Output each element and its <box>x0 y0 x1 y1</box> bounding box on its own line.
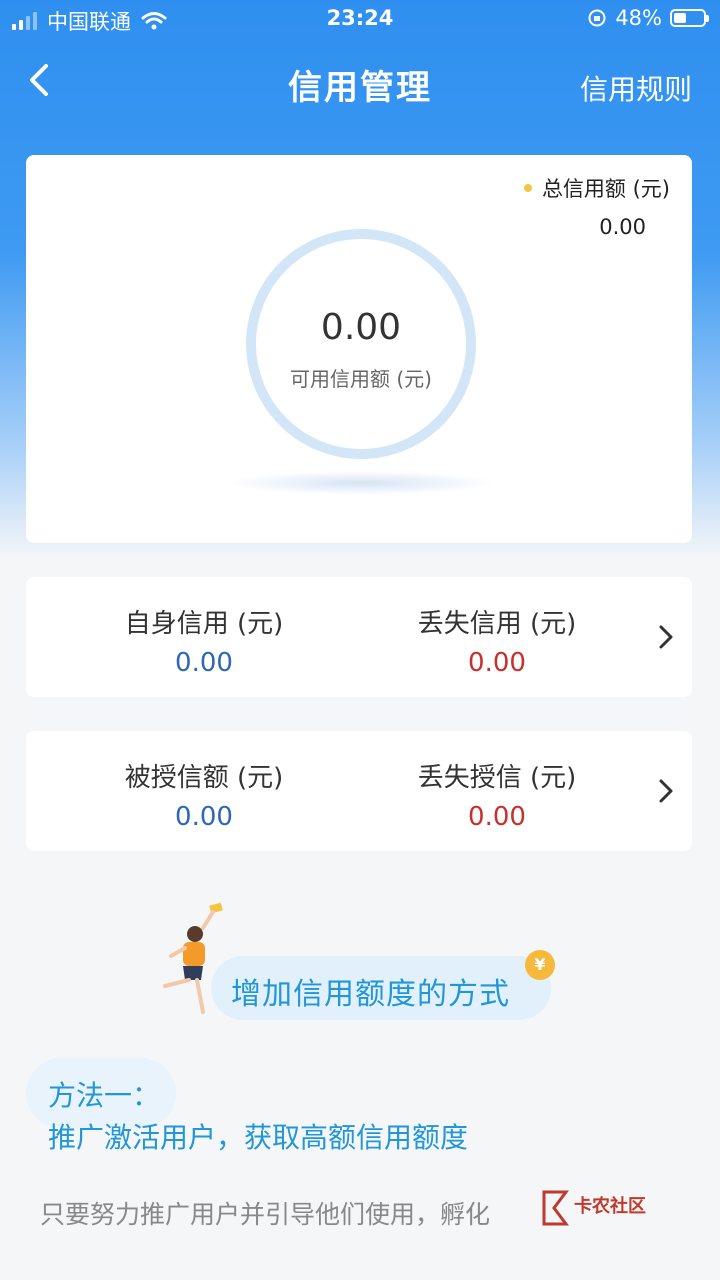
chevron-right-icon <box>659 625 673 649</box>
battery-percent: 48% <box>615 6 662 30</box>
banner-pill: 增加信用额度的方式 <box>211 956 551 1020</box>
credit-summary-card: 总信用额 (元) 0.00 0.00 可用信用额 (元) <box>26 155 692 543</box>
running-girl-illustration <box>163 902 223 1014</box>
nav-bar: 信用管理 信用规则 <box>0 50 720 120</box>
lost-credit-value: 0.00 <box>468 648 526 678</box>
method-title: 方法一： <box>48 1079 161 1112</box>
granted-credit-value: 0.00 <box>175 802 233 832</box>
granted-credit-card[interactable]: 被授信额 (元) 0.00 丢失授信 (元) 0.00 <box>26 731 692 851</box>
total-credit-label-row: 总信用额 (元) <box>523 173 670 203</box>
granted-credit: 被授信额 (元) 0.00 <box>79 757 329 832</box>
own-credit-card[interactable]: 自身信用 (元) 0.00 丢失信用 (元) 0.00 <box>26 577 692 697</box>
granted-credit-label: 被授信额 (元) <box>124 763 284 793</box>
status-bar: 中国联通 23:24 48% <box>0 0 720 40</box>
credit-rules-link[interactable]: 信用规则 <box>580 68 692 108</box>
available-credit-value: 0.00 <box>320 307 402 348</box>
own-credit-label: 自身信用 (元) <box>124 609 284 639</box>
watermark-logo: 卡农社区 <box>540 1188 670 1232</box>
watermark-text: 卡农社区 <box>574 1196 646 1217</box>
available-credit-label: 可用信用额 (元) <box>290 367 432 391</box>
coin-icon: ¥ <box>525 950 555 980</box>
method-subtitle: 推广激活用户，获取高额信用额度 <box>48 1121 469 1154</box>
total-credit-value: 0.00 <box>599 215 646 239</box>
battery-icon <box>670 9 709 27</box>
total-credit-label: 总信用额 (元) <box>541 177 670 201</box>
lost-grant: 丢失授信 (元) 0.00 <box>372 757 622 832</box>
legend-dot-icon <box>523 184 532 192</box>
own-credit: 自身信用 (元) 0.00 <box>79 603 329 678</box>
lost-grant-label: 丢失授信 (元) <box>417 763 577 793</box>
increase-credit-banner: 增加信用额度的方式 ¥ <box>155 900 565 1025</box>
banner-title: 增加信用额度的方式 <box>231 977 510 1012</box>
status-right: 48% <box>587 6 709 30</box>
watermark-icon <box>542 1190 569 1226</box>
lost-credit-label: 丢失信用 (元) <box>417 609 577 639</box>
available-credit-ring: 0.00 可用信用额 (元) <box>246 229 476 459</box>
rotation-lock-icon <box>588 9 606 27</box>
own-credit-value: 0.00 <box>175 648 233 678</box>
ring-shadow <box>226 471 496 495</box>
total-credit: 总信用额 (元) 0.00 <box>523 173 670 239</box>
chevron-right-icon <box>659 779 673 803</box>
lost-grant-value: 0.00 <box>468 802 526 832</box>
lost-credit: 丢失信用 (元) 0.00 <box>372 603 622 678</box>
